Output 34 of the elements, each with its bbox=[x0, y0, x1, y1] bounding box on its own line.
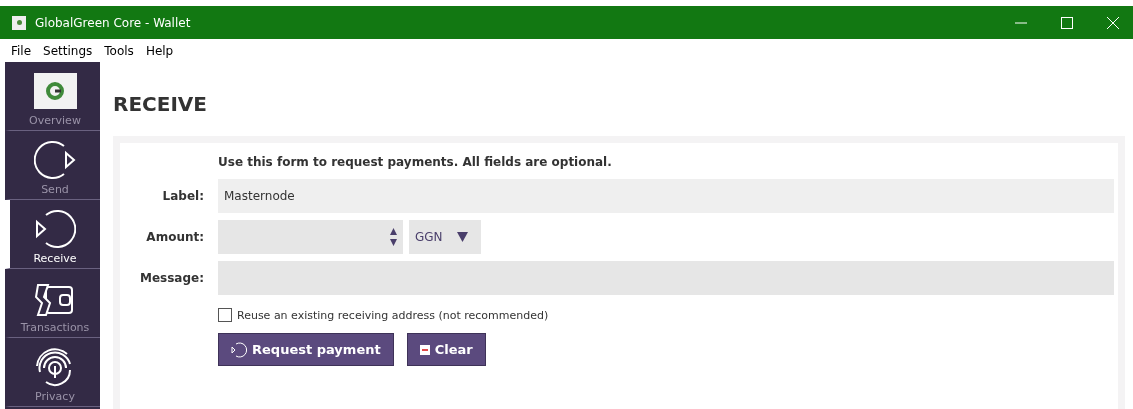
sidebar-item[interactable]: Overview bbox=[5, 62, 100, 131]
field-label: Label: bbox=[161, 189, 204, 203]
page-title: RECEIVE bbox=[113, 92, 208, 118]
action-button[interactable]: Request payment bbox=[218, 333, 394, 366]
amount-field[interactable] bbox=[218, 220, 403, 254]
wallet-icon bbox=[34, 281, 76, 319]
clear-icon bbox=[419, 344, 430, 355]
receive-icon bbox=[231, 341, 247, 358]
sidebar-item[interactable]: Receive bbox=[5, 200, 100, 269]
unit-dropdown[interactable]: GGN bbox=[409, 220, 481, 254]
spinner-icon[interactable] bbox=[389, 227, 398, 247]
message-field[interactable] bbox=[218, 261, 1114, 295]
sidebar-item[interactable]: Send bbox=[5, 131, 100, 200]
menu-item[interactable]: Help bbox=[139, 43, 180, 58]
app-icon bbox=[12, 15, 26, 30]
sidebar-item[interactable]: Privacy bbox=[5, 338, 100, 407]
form-instructions: Use this form to request payments. All fields are optional. bbox=[218, 155, 613, 169]
menu-item[interactable]: Settings bbox=[37, 43, 99, 58]
menu-item[interactable]: Tools bbox=[98, 43, 140, 58]
send-icon bbox=[34, 139, 76, 181]
sidebar-item[interactable]: Transactions bbox=[5, 269, 100, 338]
logo-icon bbox=[33, 73, 77, 109]
window-title: GlobalGreen Core - Wallet bbox=[35, 15, 191, 30]
menu-item[interactable]: File bbox=[5, 43, 38, 58]
field-label: Message: bbox=[139, 271, 204, 285]
field-label: Amount: bbox=[145, 230, 204, 244]
label-field[interactable]: Masternode bbox=[218, 179, 1114, 213]
maximize-icon[interactable] bbox=[1061, 16, 1073, 29]
checkbox[interactable] bbox=[218, 308, 232, 322]
checkbox-label: Reuse an existing receiving address (not recommended) bbox=[237, 308, 549, 322]
action-button[interactable]: Clear bbox=[406, 333, 486, 366]
receive-icon bbox=[34, 208, 76, 250]
caret-icon bbox=[456, 232, 468, 242]
close-icon[interactable] bbox=[1107, 16, 1119, 29]
